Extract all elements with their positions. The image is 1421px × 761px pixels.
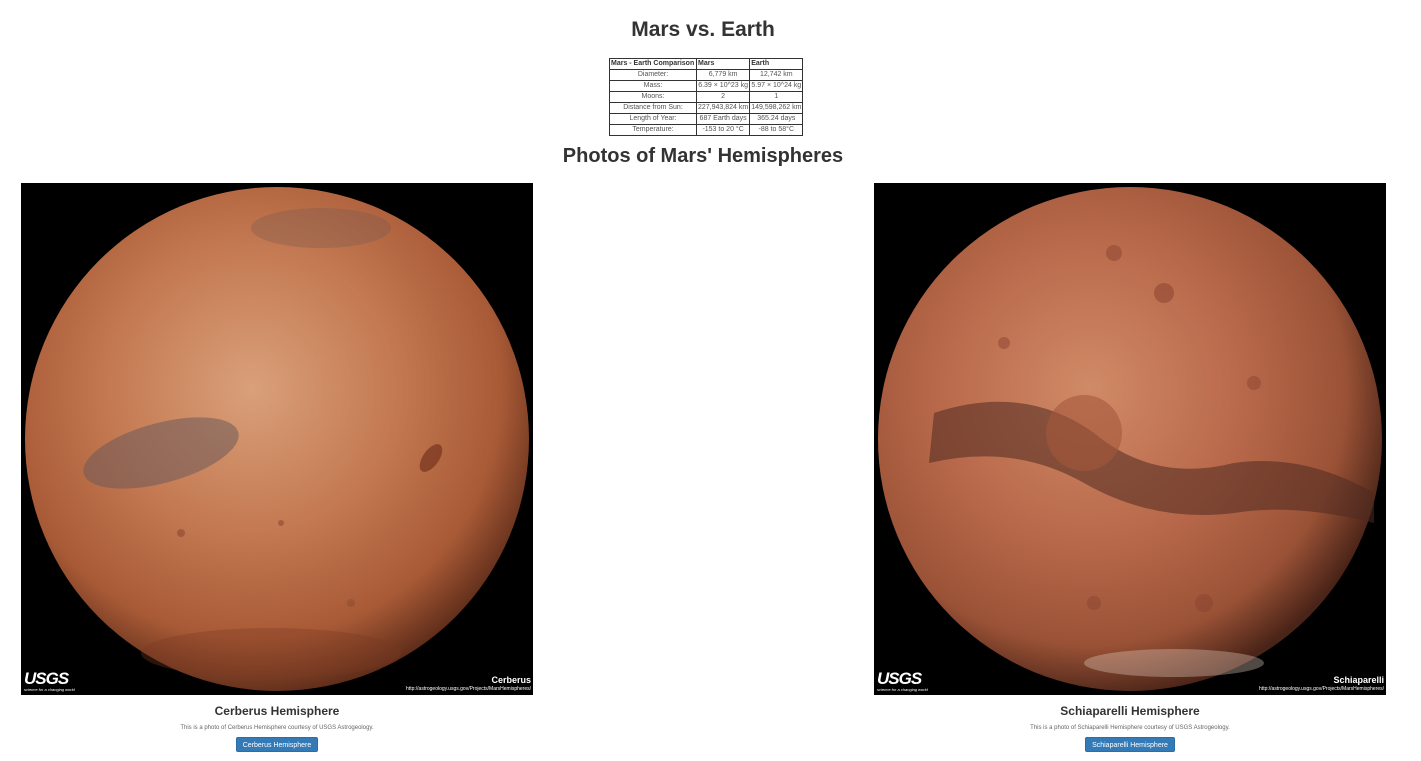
- table-header-cell: Mars: [695, 58, 751, 70]
- usgs-logo-tagline: science for a changing world: [877, 687, 928, 692]
- image-label: Schiaparelli: [1333, 675, 1384, 685]
- table-row: Diameter: 6,779 km 12,742 km: [609, 69, 804, 81]
- earth-value: 12,742 km: [749, 69, 804, 81]
- usgs-logo-text: USGS: [877, 669, 922, 688]
- table-header-row: Mars - Earth Comparison Mars Earth: [609, 58, 804, 70]
- earth-value: 5.97 × 10^24 kg: [749, 80, 804, 92]
- hemisphere-title: Schiaparelli Hemisphere: [1060, 704, 1200, 718]
- cerberus-hemisphere-button[interactable]: Cerberus Hemisphere: [235, 737, 319, 752]
- image-url-text: http://astrogeology.usgs.gov/Projects/Ma…: [1259, 686, 1384, 692]
- mars-value: 6,779 km: [695, 69, 751, 81]
- image-url-text: http://astrogeology.usgs.gov/Projects/Ma…: [406, 686, 531, 692]
- image-caption: Cerberus http://astrogeology.usgs.gov/Pr…: [406, 675, 531, 692]
- image-label: Cerberus: [491, 675, 531, 685]
- mars-value: 6.39 × 10^23 kg: [695, 80, 751, 92]
- mars-value: 2: [695, 91, 751, 103]
- table-row: Temperature: -153 to 20 °C -88 to 58°C: [609, 124, 804, 136]
- image-caption: Schiaparelli http://astrogeology.usgs.go…: [1259, 675, 1384, 692]
- earth-value: 149,598,262 km: [749, 102, 804, 114]
- hemisphere-description: This is a photo of Cerberus Hemisphere c…: [180, 725, 374, 731]
- row-label: Length of Year:: [609, 113, 697, 125]
- usgs-logo-text: USGS: [24, 669, 69, 688]
- mars-globe-image: [878, 187, 1382, 691]
- hemisphere-card-cerberus: USGS science for a changing world Cerber…: [21, 183, 533, 752]
- hemisphere-card-schiaparelli: USGS science for a changing world Schiap…: [874, 183, 1386, 752]
- row-label: Distance from Sun:: [609, 102, 697, 114]
- table-header-cell: Earth: [749, 58, 804, 70]
- table-header-cell: Mars - Earth Comparison: [609, 58, 697, 70]
- row-label: Mass:: [609, 80, 697, 92]
- earth-value: 1: [749, 91, 804, 103]
- earth-value: 365.24 days: [749, 113, 804, 125]
- mars-value: 227,943,824 km: [695, 102, 751, 114]
- row-label: Moons:: [609, 91, 697, 103]
- table-row: Length of Year: 687 Earth days 365.24 da…: [609, 113, 804, 125]
- page: Mars vs. Earth Mars - Earth Comparison M…: [0, 0, 1421, 761]
- row-label: Diameter:: [609, 69, 697, 81]
- usgs-logo: USGS science for a changing world: [877, 669, 928, 693]
- mars-value: 687 Earth days: [695, 113, 751, 125]
- hemisphere-title: Cerberus Hemisphere: [214, 704, 340, 718]
- usgs-logo-tagline: science for a changing world: [24, 687, 75, 692]
- schiaparelli-hemisphere-button[interactable]: Schiaparelli Hemisphere: [1085, 737, 1175, 752]
- row-label: Temperature:: [609, 124, 697, 136]
- mars-globe-image: [25, 187, 529, 691]
- mars-value: -153 to 20 °C: [695, 124, 751, 136]
- hemisphere-image-cerberus[interactable]: USGS science for a changing world Cerber…: [21, 183, 533, 695]
- table-row: Distance from Sun: 227,943,824 km 149,59…: [609, 102, 804, 114]
- hemisphere-description: This is a photo of Schiaparelli Hemisphe…: [1030, 725, 1230, 731]
- mars-earth-comparison-table: Mars - Earth Comparison Mars Earth Diame…: [609, 58, 804, 136]
- page-title: Mars vs. Earth: [631, 18, 775, 41]
- table-row: Mass: 6.39 × 10^23 kg 5.97 × 10^24 kg: [609, 80, 804, 92]
- earth-value: -88 to 58°C: [749, 124, 804, 136]
- hemisphere-image-schiaparelli[interactable]: USGS science for a changing world Schiap…: [874, 183, 1386, 695]
- table-row: Moons: 2 1: [609, 91, 804, 103]
- usgs-logo: USGS science for a changing world: [24, 669, 75, 693]
- hemispheres-heading: Photos of Mars' Hemispheres: [562, 145, 844, 167]
